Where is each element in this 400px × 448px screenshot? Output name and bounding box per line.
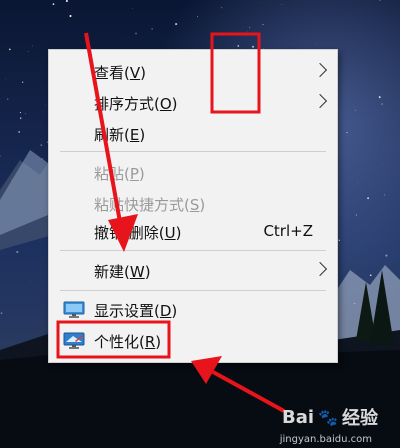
- star: [315, 43, 317, 45]
- star: [237, 45, 240, 47]
- star: [384, 194, 386, 196]
- star: [338, 239, 341, 242]
- menu-item-view[interactable]: 查看(V): [49, 55, 337, 89]
- star: [381, 103, 383, 105]
- star: [5, 78, 6, 79]
- menu-separator: [60, 290, 326, 291]
- star: [175, 23, 178, 26]
- star: [25, 113, 27, 115]
- menu-item-personalize[interactable]: 个性化(R): [49, 324, 337, 358]
- star: [67, 11, 68, 13]
- star: [357, 181, 358, 183]
- star: [379, 0, 381, 2]
- star: [22, 81, 24, 83]
- star: [221, 7, 223, 9]
- star: [69, 14, 72, 18]
- star: [197, 16, 199, 18]
- star: [65, 0, 68, 2]
- star: [20, 117, 22, 119]
- star: [19, 112, 21, 114]
- star: [40, 144, 43, 146]
- shortcut-label: Ctrl+Z: [263, 222, 313, 240]
- star: [16, 250, 19, 254]
- star: [32, 45, 34, 47]
- display-settings-icon: [63, 301, 85, 318]
- menu-item-sort-by[interactable]: 排序方式(O): [49, 86, 337, 120]
- star: [8, 48, 11, 51]
- star: [247, 31, 249, 33]
- star: [6, 98, 9, 100]
- star: [251, 45, 255, 48]
- star: [30, 281, 32, 283]
- chevron-right-icon: [312, 62, 328, 78]
- star: [44, 104, 46, 106]
- watermark-url: jingyan.baidu.com: [279, 434, 372, 445]
- menu-item-display-settings[interactable]: 显示设置(D): [49, 293, 337, 327]
- star: [378, 96, 381, 99]
- paw-icon: 🐾: [318, 407, 338, 427]
- star: [249, 27, 251, 29]
- star: [18, 131, 20, 133]
- star: [135, 32, 137, 35]
- star: [151, 28, 153, 30]
- menu-item-paste: 粘贴(P): [94, 165, 145, 183]
- star: [367, 197, 370, 200]
- chevron-right-icon: [312, 261, 328, 277]
- menu-separator: [60, 151, 326, 152]
- baidu-watermark-logo: Bai 🐾 经验: [282, 406, 378, 430]
- menu-item-undo-delete[interactable]: 撤销 删除(U) Ctrl+Z: [49, 215, 337, 249]
- personalize-icon: [63, 332, 85, 349]
- star: [52, 3, 55, 5]
- star: [385, 254, 388, 257]
- chevron-right-icon: [312, 93, 328, 109]
- menu-separator: [60, 250, 326, 251]
- star: [369, 274, 372, 277]
- star: [346, 131, 348, 134]
- star: [131, 8, 133, 10]
- star: [262, 23, 264, 26]
- menu-item-refresh[interactable]: 刷新(E): [49, 117, 337, 151]
- star: [27, 51, 29, 52]
- desktop-context-menu: 查看(V) 排序方式(O) 刷新(E) 粘贴(P) 粘贴快捷方式(S) 撤销 删…: [48, 49, 338, 363]
- star: [355, 214, 357, 216]
- star: [281, 4, 283, 6]
- star: [354, 109, 356, 111]
- star: [0, 312, 3, 314]
- menu-item-new[interactable]: 新建(W): [49, 254, 337, 288]
